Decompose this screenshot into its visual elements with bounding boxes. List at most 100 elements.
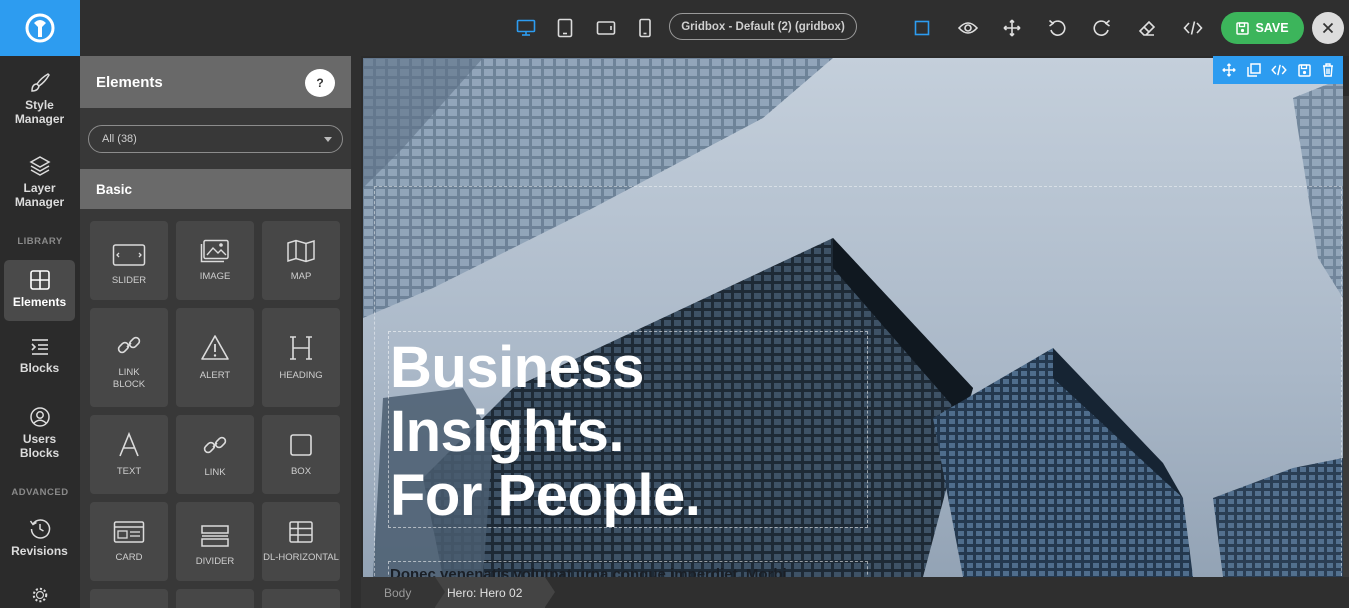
tile-label: TEXT: [116, 465, 142, 477]
slider-icon: [112, 243, 146, 266]
hero-heading[interactable]: Business Insights. For People.: [390, 336, 860, 528]
tablet-view-button[interactable]: [551, 14, 579, 42]
undo-button[interactable]: [1043, 14, 1071, 42]
sidebar-item-style-manager[interactable]: Style Manager: [4, 72, 75, 132]
breadcrumb-separator: [435, 577, 445, 607]
tile-label: SLIDER: [111, 274, 147, 286]
breadcrumb-item-body[interactable]: Body: [361, 577, 435, 608]
user-icon: [29, 407, 50, 427]
filter-value: All (38): [102, 133, 137, 145]
element-tile-heading[interactable]: HEADING: [262, 308, 340, 407]
theme-preset-select[interactable]: Gridbox - Default (2) (gridbox): [669, 13, 857, 40]
element-tile-slider[interactable]: SLIDER: [90, 221, 168, 300]
phone-view-button[interactable]: [631, 14, 659, 42]
copy-icon[interactable]: [1247, 63, 1261, 77]
redo-icon: [1093, 19, 1111, 36]
move-button[interactable]: [998, 14, 1026, 42]
help-button[interactable]: ?: [305, 69, 335, 97]
element-tile-image[interactable]: IMAGE: [176, 221, 254, 300]
element-tile-text[interactable]: TEXT: [90, 415, 168, 494]
tablet-landscape-icon: [596, 21, 616, 35]
section-tools: [1213, 56, 1343, 84]
panel-header: Elements ?: [80, 56, 351, 108]
move-icon: [1003, 19, 1021, 37]
floppy-disk-icon: [1236, 21, 1250, 35]
tile-label: LINK: [204, 466, 226, 478]
desktop-view-button[interactable]: [512, 14, 540, 42]
sidebar-item-elements[interactable]: Elements: [4, 260, 75, 321]
map-icon: [287, 239, 315, 262]
element-tile-link-block[interactable]: LINK BLOCK: [90, 308, 168, 407]
breadcrumb: Body Hero: Hero 02: [361, 577, 1349, 608]
save-icon[interactable]: [1298, 63, 1311, 77]
tile-label: DIVIDER: [195, 555, 235, 567]
hero-heading-line: Business: [390, 335, 644, 400]
hero-heading-line: Insights.: [390, 399, 624, 464]
sidebar-item-label: Style: [25, 98, 54, 112]
gear-icon: [32, 587, 47, 603]
tile-label: MAP: [290, 270, 312, 282]
sidebar-item-settings[interactable]: [4, 586, 75, 608]
eye-icon: [958, 22, 978, 34]
element-tile-alert[interactable]: ALERT: [176, 308, 254, 407]
table-icon: [289, 520, 313, 543]
element-tile-divider[interactable]: DIVIDER: [176, 502, 254, 581]
chevron-down-icon: [324, 137, 332, 142]
eraser-icon: [1138, 20, 1156, 36]
text-icon: [119, 431, 139, 456]
code-editor-button[interactable]: [1179, 14, 1207, 42]
box-icon: [290, 433, 312, 456]
history-icon: [29, 519, 50, 539]
code-icon: [1183, 21, 1203, 35]
hero-section[interactable]: Business Insights. For People. Donec ven…: [363, 58, 1343, 577]
save-button[interactable]: SAVE: [1221, 12, 1304, 44]
left-sidebar: Style Manager Layer Manager LIBRARY Elem…: [0, 56, 80, 608]
move-icon[interactable]: [1222, 63, 1236, 77]
element-tile-box[interactable]: BOX: [262, 415, 340, 494]
link-icon: [203, 436, 227, 453]
element-tile-link[interactable]: LINK: [176, 415, 254, 494]
blocks-icon: [30, 339, 48, 355]
element-tile-map[interactable]: MAP: [262, 221, 340, 300]
select-mode-button[interactable]: [908, 14, 936, 42]
redo-button[interactable]: [1088, 14, 1116, 42]
elements-filter-select[interactable]: All (38): [88, 125, 343, 153]
select-square-icon: [914, 20, 930, 36]
canvas-scrollbar[interactable]: [1343, 96, 1349, 577]
sidebar-item-revisions[interactable]: Revisions: [4, 518, 75, 564]
tile-label: DL-HORIZONTAL: [263, 551, 339, 563]
sidebar-item-blocks[interactable]: Blocks: [4, 337, 75, 383]
trash-icon[interactable]: [1322, 63, 1334, 77]
hero-text[interactable]: Donec venenatis volutpat urna congue imp…: [390, 566, 860, 577]
logo[interactable]: [0, 0, 80, 56]
sidebar-item-users-blocks[interactable]: Users Blocks: [4, 406, 75, 466]
app-window: Gridbox - Default (2) (gridbox) SAVE Sty…: [0, 0, 1349, 608]
basic-section-header[interactable]: Basic: [80, 169, 351, 209]
save-button-label: SAVE: [1255, 21, 1289, 35]
hero-heading-line: For People.: [390, 463, 701, 528]
element-tile-card[interactable]: CARD: [90, 502, 168, 581]
sidebar-item-label: Blocks: [19, 446, 60, 460]
tile-label: LINK: [118, 366, 140, 378]
element-tile-dl-horizontal[interactable]: DL-HORIZONTAL: [262, 502, 340, 581]
gridbox-logo-icon: [25, 13, 55, 43]
preview-button[interactable]: [954, 14, 982, 42]
breadcrumb-item-hero[interactable]: Hero: Hero 02: [435, 577, 545, 608]
panel-scrollbar[interactable]: [351, 56, 361, 608]
close-button[interactable]: [1312, 12, 1344, 44]
element-tile[interactable]: [262, 589, 340, 608]
divider-icon: [201, 524, 229, 547]
sidebar-item-layer-manager[interactable]: Layer Manager: [4, 155, 75, 215]
panel-title: Elements: [96, 74, 163, 91]
link-block-icon: [117, 336, 141, 353]
clear-button[interactable]: [1133, 14, 1161, 42]
tablet-landscape-view-button[interactable]: [592, 14, 620, 42]
top-toolbar: Gridbox - Default (2) (gridbox) SAVE: [0, 0, 1349, 56]
sidebar-item-label: Revisions: [11, 544, 68, 558]
element-tile[interactable]: [90, 589, 168, 608]
code-icon[interactable]: [1271, 63, 1288, 77]
element-tile[interactable]: [176, 589, 254, 608]
tile-label: HEADING: [279, 369, 323, 381]
close-icon: [1322, 22, 1334, 34]
phone-icon: [639, 18, 651, 38]
